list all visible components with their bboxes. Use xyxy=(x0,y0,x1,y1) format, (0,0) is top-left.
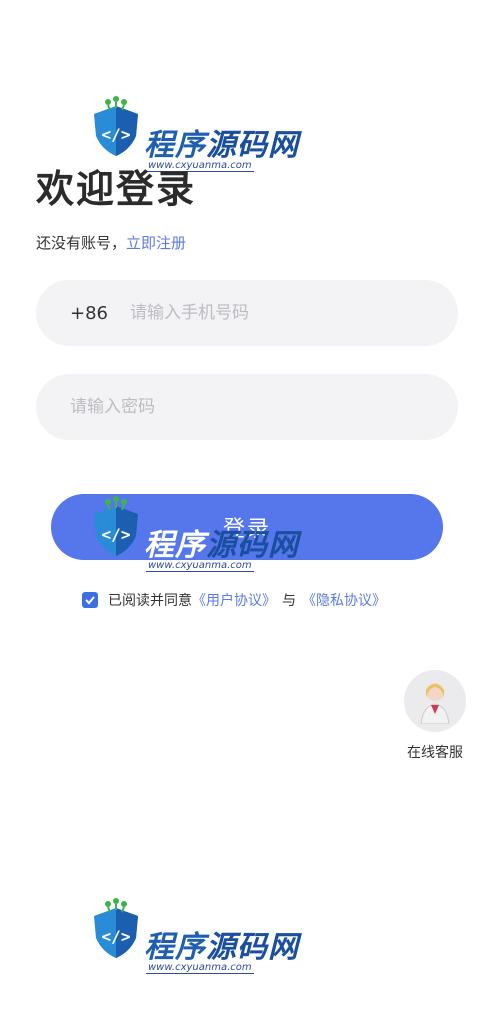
phone-input[interactable] xyxy=(130,280,458,346)
page-title: 欢迎登录 xyxy=(36,167,197,211)
register-prompt-text: 还没有账号， xyxy=(36,234,127,252)
shield-code-icon: </> xyxy=(94,898,138,958)
watermark-brand: 程序源码网 xyxy=(144,128,299,163)
password-input[interactable] xyxy=(36,374,458,440)
user-agreement-link[interactable]: 《用户协议》 xyxy=(192,590,276,610)
check-icon xyxy=(85,596,95,605)
agreement-row: 已阅读并同意 《用户协议》 与 《隐私协议》 xyxy=(82,590,386,610)
agreement-text: 已阅读并同意 xyxy=(108,593,192,609)
password-field[interactable] xyxy=(36,374,458,440)
title-block: 欢迎登录 xyxy=(36,166,196,212)
register-prompt: 还没有账号，立即注册 xyxy=(36,232,186,253)
agreement-separator: 与 xyxy=(282,593,296,609)
watermark-logo: </> 程序源码网 www.cxyuanma.com xyxy=(84,898,298,988)
customer-service-label: 在线客服 xyxy=(407,745,463,761)
watermark-url: www.cxyuanma.com xyxy=(146,962,254,974)
privacy-policy-link[interactable]: 《隐私协议》 xyxy=(302,590,386,610)
watermark-brand: 程序源码网 xyxy=(144,930,299,965)
login-page: </> 程序源码网 www.cxyuanma.com 欢迎登录 还没有账号，立即… xyxy=(0,0,490,1024)
avatar-agent-icon[interactable] xyxy=(404,670,466,732)
phone-field[interactable]: +86 xyxy=(36,280,458,346)
svg-text:</>: </> xyxy=(102,927,131,946)
shield-code-icon: </> xyxy=(94,496,138,556)
customer-service[interactable]: 在线客服 xyxy=(400,670,470,762)
shield-code-icon: </> xyxy=(94,96,138,156)
agreement-checkbox[interactable] xyxy=(82,592,98,608)
watermark-url: www.cxyuanma.com xyxy=(146,560,254,572)
watermark-logo: </> 程序源码网 www.cxyuanma.com xyxy=(84,496,298,586)
svg-text:</>: </> xyxy=(102,125,131,144)
svg-text:</>: </> xyxy=(102,525,131,544)
country-code[interactable]: +86 xyxy=(70,303,130,324)
register-link[interactable]: 立即注册 xyxy=(126,234,186,252)
watermark-brand: 程序源码网 xyxy=(144,528,299,563)
